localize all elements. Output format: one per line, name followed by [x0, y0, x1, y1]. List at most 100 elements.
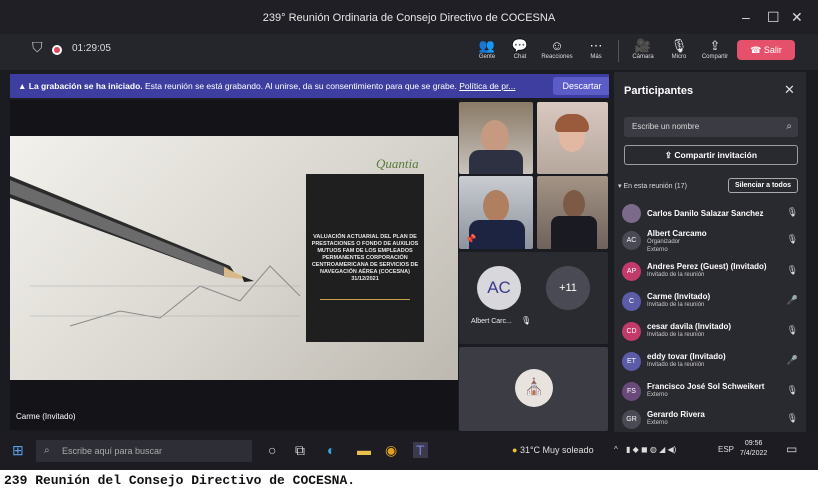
mic-off-icon: 🎙 [670, 38, 688, 53]
camera-button[interactable]: 🎥 Cámara [628, 38, 658, 60]
participant-name: Carlos Danilo Salazar Sanchez [647, 209, 764, 218]
participant-name: Albert Carcamo [647, 229, 707, 238]
clock[interactable]: 09:56 7/4/2022 [740, 439, 767, 459]
mic-off-icon: 🎙 [786, 234, 798, 244]
photo-caption: 239 Reunión del Consejo Directivo de COC… [4, 473, 356, 488]
participant-role: Invitado de la reunión [647, 362, 705, 368]
language-indicator[interactable]: ESP [718, 445, 734, 454]
share-button[interactable]: ⇪ Compartir [698, 38, 732, 60]
pin-icon: 📌 [465, 234, 477, 244]
screen-photo: 239° Reunión Ordinaria de Consejo Direct… [0, 0, 818, 470]
recording-banner: ▲ La grabación se ha iniciado. Esta reun… [10, 74, 609, 98]
participant-name: eddy tovar (Invitado) [647, 352, 726, 361]
participant-row[interactable]: GR Gerardo Rivera Externo 🎙 [622, 408, 802, 432]
participant-face [483, 190, 509, 222]
participant-body [469, 220, 525, 249]
participant-role: Externo [647, 247, 668, 253]
participant-role: Externo [647, 392, 668, 398]
search-icon: ⌕ [786, 121, 792, 132]
share-icon: ⇪ [709, 38, 721, 53]
minimize-button[interactable]: – [742, 9, 750, 25]
participant-name: Andres Perez (Guest) (Invitado) [647, 262, 767, 271]
participants-panel: Participantes ✕ Escribe un nombre ⌕ ⇪ Com… [614, 72, 806, 432]
people-button[interactable]: 👥 Gente [472, 38, 502, 60]
mic-off-icon: 🎙 [786, 385, 798, 395]
meeting-toolbar: ⛉ 01:29:05 👥 Gente 💬 Chat ☺ Reacciones ⋯ Más… [0, 34, 818, 70]
video-tile-4[interactable] [537, 176, 608, 249]
more-button[interactable]: ⋯ Más [581, 38, 611, 60]
participant-body [551, 216, 597, 249]
warning-icon: ▲ [18, 81, 29, 91]
mute-all-button[interactable]: Silenciar a todos [728, 178, 798, 193]
tray-chevron-icon[interactable]: ^ [614, 445, 618, 454]
phone-icon: ☎ [750, 45, 764, 55]
chat-button[interactable]: 💬 Chat [505, 38, 535, 60]
avatar: GR [622, 410, 641, 429]
participant-row[interactable]: AC Albert Carcamo Organizador Externo 🎙 [622, 229, 802, 253]
mic-on-icon: 🎤 [786, 295, 798, 305]
people-icon: 👥 [478, 38, 496, 53]
file-explorer-icon[interactable]: ▬ [357, 442, 371, 458]
taskbar-search-input[interactable]: ⌕ Escribe aquí para buscar [36, 440, 252, 462]
avatar[interactable]: AC [477, 266, 521, 310]
weather-widget[interactable]: ● 31°C Muy soleado [512, 445, 594, 455]
report-cover: VALUACIÓN ACTUARIAL DEL PLAN DE PRESTACI… [306, 174, 424, 342]
share-invite-button[interactable]: ⇪ Compartir invitación [624, 145, 798, 165]
maximize-button[interactable]: ☐ [767, 9, 780, 26]
privacy-policy-link[interactable]: Política de pr... [459, 81, 515, 91]
participant-row[interactable]: CD cesar davila (Invitado) Invitado de l… [622, 320, 802, 344]
in-meeting-section-label[interactable]: ▾ En esta reunión (17) [618, 182, 687, 190]
mic-on-icon: 🎤 [786, 355, 798, 365]
report-title: VALUACIÓN ACTUARIAL DEL PLAN DE PRESTACI… [311, 234, 419, 282]
participant-role: Invitado de la reunión [647, 302, 705, 308]
organization-seal-icon: ⛪ [515, 369, 553, 407]
quantia-logo: Quantia [376, 156, 419, 171]
chrome-icon[interactable]: ◉ [385, 442, 397, 459]
participant-row[interactable]: ET eddy tovar (Invitado) Invitado de la … [622, 350, 802, 374]
close-window-button[interactable]: ✕ [791, 9, 803, 26]
participant-name: cesar davila (Invitado) [647, 322, 732, 331]
report-divider [320, 299, 410, 300]
mic-off-icon: 🎙 [786, 413, 798, 423]
avatar: ET [622, 352, 641, 371]
participant-body [469, 150, 523, 174]
mic-off-icon: 🎙 [521, 316, 532, 325]
search-icon: ⌕ [44, 445, 50, 456]
close-panel-button[interactable]: ✕ [784, 82, 795, 98]
video-tile-2[interactable] [537, 102, 608, 174]
mic-off-icon: 🎙 [786, 325, 798, 335]
tray-icons[interactable]: ▮ ◆ ◼ ◍ ◢ ◀) [626, 445, 676, 454]
participant-row[interactable]: FS Francisco José Sol Schweikert Externo… [622, 380, 802, 404]
video-tile-1[interactable] [459, 102, 533, 174]
recording-icon [52, 45, 62, 55]
avatar-name: Albert Carc... [471, 318, 512, 325]
teams-icon[interactable]: T [413, 442, 428, 458]
cortana-icon[interactable]: ○ [268, 442, 276, 458]
presenter-label: Carme (Invitado) [16, 412, 76, 421]
dismiss-button[interactable]: Descartar [553, 77, 609, 95]
notification-icon[interactable]: ▭ [786, 442, 797, 456]
windows-start-icon[interactable]: ⊞ [12, 442, 24, 459]
participant-role: Externo [647, 420, 668, 426]
video-tile-logo[interactable]: ⛪ [459, 347, 608, 431]
participant-row[interactable]: AP Andres Perez (Guest) (Invitado) Invit… [622, 260, 802, 284]
shared-slide: Quantia VALUACIÓN ACTUARIAL DEL PLAN DE … [10, 136, 458, 380]
video-tile-3[interactable]: 📌 [459, 176, 533, 249]
participant-row[interactable]: Carlos Danilo Salazar Sanchez 🎙 [622, 202, 802, 226]
shield-icon: ⛉ [32, 39, 43, 55]
leave-button[interactable]: ☎ Salir [737, 40, 795, 60]
window-title: 239° Reunión Ordinaria de Consejo Direct… [262, 12, 556, 24]
meeting-timer: 01:29:05 [72, 43, 111, 54]
banner-title: La grabación se ha iniciado. [28, 81, 143, 91]
participant-row[interactable]: C Carme (Invitado) Invitado de la reunió… [622, 290, 802, 314]
overflow-participants-button[interactable]: +11 [546, 266, 590, 310]
reactions-button[interactable]: ☺ Reacciones [540, 38, 574, 60]
mic-button[interactable]: 🎙 Micro [664, 38, 694, 60]
share-icon: ⇪ [664, 150, 675, 160]
participant-role: Invitado de la reunión [647, 272, 705, 278]
participant-search-input[interactable]: Escribe un nombre ⌕ [624, 117, 798, 137]
task-view-icon[interactable]: ⧉ [295, 442, 305, 459]
participant-name: Francisco José Sol Schweikert [647, 382, 765, 391]
edge-icon[interactable]: ◐ [327, 442, 335, 458]
avatar: FS [622, 382, 641, 401]
